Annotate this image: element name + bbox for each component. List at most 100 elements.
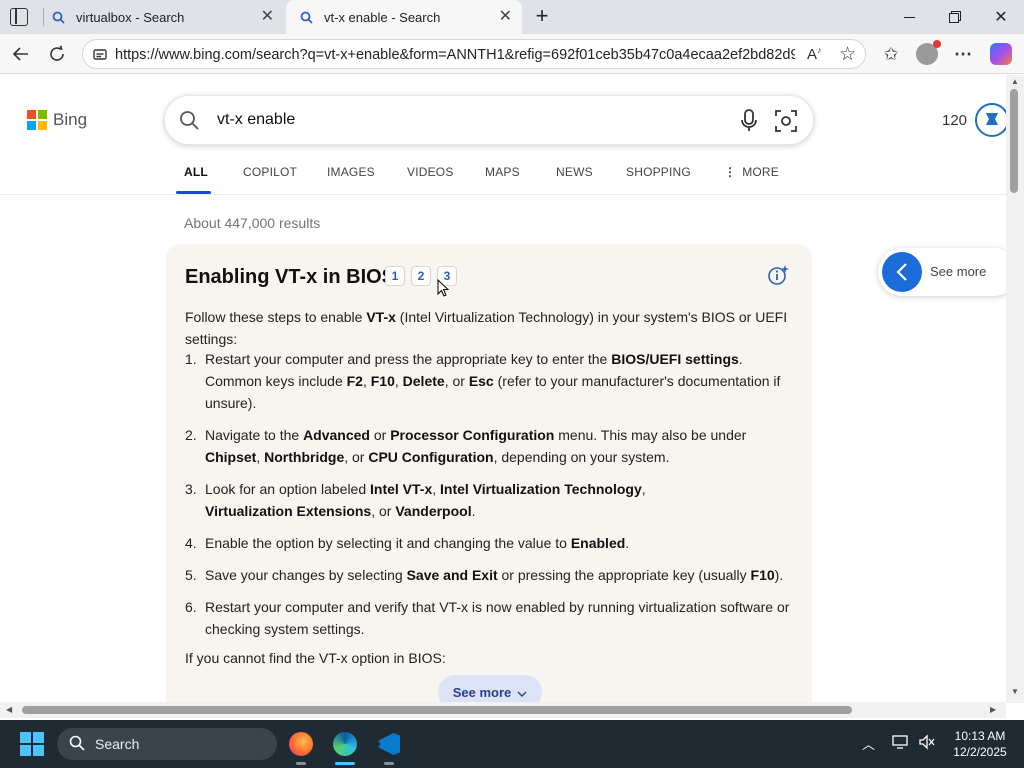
refresh-icon[interactable] <box>40 34 74 74</box>
scope-more-label: MORE <box>742 165 780 179</box>
system-clock[interactable]: 10:13 AM 12/2/2025 <box>945 728 1015 760</box>
step-text: Restart your computer and verify that VT… <box>205 599 790 637</box>
rewards-icon[interactable] <box>975 103 1006 137</box>
tab-virtualbox-search[interactable]: virtualbox - Search ✕ <box>50 0 284 34</box>
running-indicator <box>384 762 394 765</box>
tab-title: vt-x enable - Search <box>324 9 441 25</box>
clock-time: 10:13 AM <box>954 729 1006 743</box>
microphone-icon[interactable] <box>741 109 757 138</box>
chevron-up-icon[interactable]: ︿ <box>862 734 875 753</box>
more-options-icon[interactable]: ⋯ <box>946 34 980 74</box>
vertical-dots-icon: ⋮ <box>724 165 737 179</box>
scope-copilot[interactable]: COPILOT <box>243 165 297 179</box>
search-scope-bar: ALL COPILOT IMAGES VIDEOS MAPS NEWS SHOP… <box>0 162 1006 195</box>
url-text[interactable]: https://www.bing.com/search?q=vt-x+enabl… <box>115 47 795 63</box>
vertical-scrollbar[interactable]: ▲ ▼ <box>1006 75 1024 703</box>
tab-actions-icon[interactable] <box>10 8 28 26</box>
copilot-answer-card: Enabling VT-x in BIOS 1 2 3 Follow these… <box>166 244 812 703</box>
favorites-icon[interactable]: ✩ <box>874 34 908 74</box>
step-text: Enable the option by selecting it and ch… <box>205 535 630 551</box>
visual-studio-code-icon[interactable] <box>371 726 407 765</box>
scope-all[interactable]: ALL <box>184 165 208 179</box>
step-text: Navigate to the Advanced or Processor Co… <box>205 427 747 465</box>
search-icon[interactable] <box>179 110 199 135</box>
tab-divider <box>43 8 44 26</box>
step-number: 1. <box>185 351 197 367</box>
search-input[interactable]: vt-x enable <box>217 111 295 129</box>
visual-search-icon[interactable] <box>775 110 797 137</box>
restore-button[interactable] <box>932 0 978 34</box>
close-tab-icon[interactable]: ✕ <box>499 9 512 25</box>
side-see-more-label: See more <box>930 264 987 279</box>
horizontal-scrollbar[interactable]: ◀ ▶ <box>0 702 1006 718</box>
taskbar-search-label: Search <box>95 736 140 752</box>
edge-icon[interactable] <box>327 726 363 765</box>
step-number: 6. <box>185 599 197 615</box>
citation-1[interactable]: 1 <box>385 266 405 286</box>
firefox-icon[interactable] <box>283 726 319 765</box>
close-tab-icon[interactable]: ✕ <box>261 9 274 25</box>
volume-muted-icon[interactable] <box>918 734 936 753</box>
read-aloud-icon[interactable]: A♪ <box>807 45 822 63</box>
step-1: 1. Restart your computer and press the a… <box>185 348 795 414</box>
scroll-up-arrow-icon[interactable]: ▲ <box>1011 77 1019 86</box>
scope-news[interactable]: NEWS <box>556 165 593 179</box>
taskbar: Search ︿ 10:13 AM 12/2/2025 <box>0 720 1024 768</box>
search-icon <box>298 11 314 24</box>
chevron-left-icon <box>882 252 922 292</box>
step-text: Look for an option labeled Intel VT-x, I… <box>205 481 646 519</box>
citation-2[interactable]: 2 <box>411 266 431 286</box>
tab-vtx-enable-search[interactable]: vt-x enable - Search ✕ <box>286 0 522 34</box>
network-icon[interactable] <box>892 734 910 753</box>
search-box[interactable]: vt-x enable <box>164 95 814 145</box>
rewards-points[interactable]: 120 <box>942 112 967 129</box>
taskbar-search[interactable]: Search <box>57 728 277 760</box>
see-more-button[interactable]: See more <box>438 675 542 703</box>
new-tab-button[interactable]: + <box>530 4 554 28</box>
scope-more[interactable]: ⋮ MORE <box>724 165 779 179</box>
scope-maps[interactable]: MAPS <box>485 165 520 179</box>
clock-date: 12/2/2025 <box>953 745 1007 759</box>
chevron-down-icon <box>517 685 527 700</box>
result-count: About 447,000 results <box>184 215 321 231</box>
page-content: Bing vt-x enable 120 ALL COPILOT IMAGES … <box>0 75 1006 703</box>
scope-videos[interactable]: VIDEOS <box>407 165 454 179</box>
windows-start-icon[interactable] <box>20 732 44 756</box>
mouse-cursor-icon <box>437 278 450 302</box>
answer-intro: Follow these steps to enable VT-x (Intel… <box>185 309 788 347</box>
step-number: 2. <box>185 427 197 443</box>
scroll-right-arrow-icon[interactable]: ▶ <box>990 705 996 714</box>
scope-images[interactable]: IMAGES <box>327 165 375 179</box>
profile-avatar[interactable] <box>910 34 944 74</box>
bing-logo[interactable]: Bing <box>27 110 87 130</box>
answer-title: Enabling VT-x in BIOS <box>185 266 396 288</box>
side-see-more-button[interactable]: See more <box>878 248 1006 296</box>
scope-shopping[interactable]: SHOPPING <box>626 165 691 179</box>
running-indicator <box>296 762 306 765</box>
minimize-button[interactable] <box>886 0 932 34</box>
tab-title: virtualbox - Search <box>76 9 185 25</box>
close-window-button[interactable]: ✕ <box>978 0 1024 34</box>
vertical-scroll-thumb[interactable] <box>1010 89 1018 193</box>
search-icon <box>69 735 85 754</box>
scroll-left-arrow-icon[interactable]: ◀ <box>6 705 12 714</box>
address-toolbar: https://www.bing.com/search?q=vt-x+enabl… <box>0 34 1024 74</box>
tab-strip: virtualbox - Search ✕ vt-x enable - Sear… <box>0 0 1024 34</box>
active-indicator <box>335 762 355 765</box>
scroll-down-arrow-icon[interactable]: ▼ <box>1011 687 1019 696</box>
bing-logo-text: Bing <box>53 110 88 129</box>
copilot-sparkle-icon[interactable] <box>766 263 790 292</box>
copilot-icon[interactable] <box>984 34 1018 74</box>
answer-outro: If you cannot find the VT-x option in BI… <box>185 650 446 666</box>
step-3: 3. Look for an option labeled Intel VT-x… <box>185 478 795 522</box>
back-arrow-icon[interactable] <box>4 34 38 74</box>
step-text: Save your changes by selecting Save and … <box>205 567 784 583</box>
horizontal-scroll-thumb[interactable] <box>22 706 852 714</box>
step-number: 4. <box>185 535 197 551</box>
search-icon <box>50 11 66 24</box>
site-info-icon[interactable] <box>92 46 108 67</box>
favorite-star-icon[interactable]: ☆ <box>839 43 856 66</box>
step-number: 5. <box>185 567 197 583</box>
address-bar[interactable]: https://www.bing.com/search?q=vt-x+enabl… <box>82 39 866 69</box>
see-more-label: See more <box>452 684 512 700</box>
